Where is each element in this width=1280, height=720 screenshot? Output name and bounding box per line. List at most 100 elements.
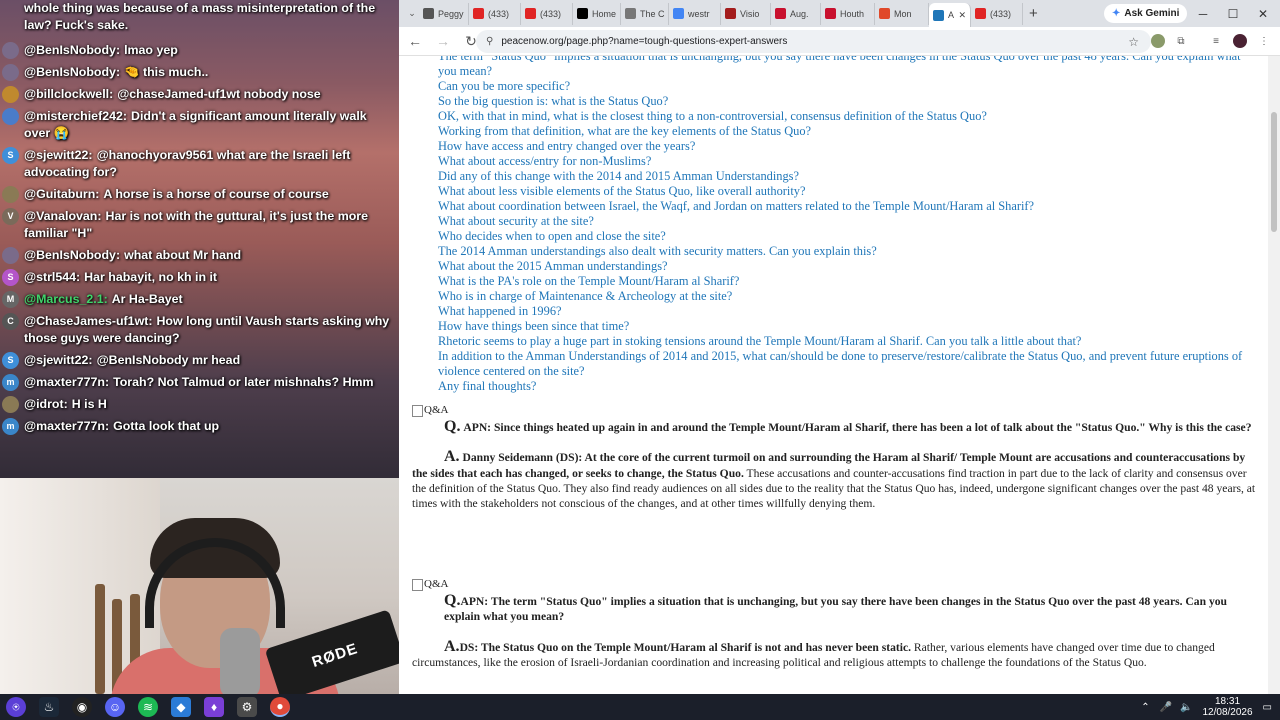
minimize-button[interactable]: ─ [1188,0,1218,27]
tab-favicon-icon [775,8,786,19]
tab-search-icon[interactable]: ⌄ [405,2,419,26]
chat-message-body: whole thing was because of a mass misint… [24,0,393,34]
question-link[interactable]: What happened in 1996? [438,304,1248,319]
chat-username: @Guitaburn: [24,187,100,201]
question-link[interactable]: What about access/entry for non-Muslims? [438,154,1248,169]
profile-avatar[interactable] [1233,34,1247,48]
chat-message: V @Vanalovan: Har is not with the guttural… [2,208,393,242]
browser-tab[interactable]: Visio [721,2,771,25]
ask-gemini-button[interactable]: ✦ Ask Gemini [1104,4,1188,23]
question-link[interactable]: What about less visible elements of the … [438,184,1248,199]
question-link[interactable]: What about security at the site? [438,214,1248,229]
chat-message: @BenIsNobody: what about Mr hand [2,247,393,264]
chat-message-body: @idrot: H is H [24,396,107,413]
url-text: peacenow.org/page.php?name=tough-questio… [501,36,788,47]
notification-icon[interactable]: ▭ [1263,702,1272,713]
question-link[interactable]: Working from that definition, what are t… [438,124,1248,139]
chat-username: @idrot: [24,397,68,411]
a-letter: A. [444,637,460,655]
scrollbar-thumb[interactable] [1271,112,1277,232]
question-link[interactable]: Any final thoughts? [438,379,1248,394]
avatar: S [2,269,19,286]
app-icon-launcher[interactable]: ⍟ [6,697,26,717]
question-link[interactable]: What about the 2015 Amman understandings… [438,259,1248,274]
avatar: V [2,208,19,225]
new-tab-button[interactable]: + [1029,5,1038,22]
answer-2: A.DS: The Status Quo on the Temple Mount… [412,637,1257,670]
tab-label: (433) [488,8,510,19]
question-link[interactable]: Who decides when to open and close the s… [438,229,1248,244]
question-link[interactable]: Rhetoric seems to play a huge part in st… [438,334,1248,349]
tab-favicon-icon [975,8,986,19]
question-1-text: APN: Since things heated up again in and… [463,421,1252,435]
browser-tab[interactable]: The C [621,2,669,25]
browser-tab[interactable]: A ✕ [929,3,971,27]
question-link[interactable]: How have access and entry changed over t… [438,139,1248,154]
chat-message-body: @ChaseJames-uf1wt: How long until Vaush s… [24,313,393,347]
forward-icon[interactable]: → [431,29,455,53]
volume-icon[interactable]: 🔈 [1180,702,1192,713]
chat-message-body: @maxter777n: Torah? Not Talmud or later m… [24,374,374,391]
browser-tab[interactable]: westr [669,2,721,25]
question-link[interactable]: The term "Status Quo" implies a situatio… [438,56,1248,79]
question-link[interactable]: OK, with that in mind, what is the close… [438,109,1248,124]
avatar: m [2,418,19,435]
avatar [2,396,19,413]
question-link[interactable]: The 2014 Amman understandings also dealt… [438,244,1248,259]
question-link[interactable]: How have things been since that time? [438,319,1248,334]
address-bar[interactable]: ⚲ peacenow.org/page.php?name=tough-quest… [476,30,1151,53]
clock-time: 18:31 [1215,696,1241,707]
qa-image-placeholder: Q&A [412,403,1257,418]
app-icon-gray[interactable]: ⚙ [237,697,257,717]
close-tab-icon[interactable]: ✕ [958,10,966,21]
page-scrollbar[interactable] [1268,56,1280,694]
avatar: m [2,374,19,391]
q-letter: Q. [444,418,461,436]
question-link[interactable]: So the big question is: what is the Stat… [438,94,1248,109]
question-link[interactable]: Can you be more specific? [438,79,1248,94]
browser-window: ⌄ Peggy (433) (433) Home The C westr Visio Aug.… [399,0,1280,694]
browser-tab[interactable]: (433) [521,2,573,25]
tab-favicon-icon [625,8,636,19]
bookmark-star-icon[interactable]: ☆ [1128,35,1139,49]
extension-icon[interactable] [1151,34,1165,48]
question-link[interactable]: What about coordination between Israel, … [438,199,1248,214]
answer-1: A. Danny Seidemann (DS): At the core of … [412,449,1257,511]
app-icon[interactable]: ◆ [171,697,191,717]
obs-icon[interactable]: ◉ [72,697,92,717]
question-link[interactable]: In addition to the Amman Understandings … [438,349,1248,379]
browser-tab[interactable]: (433) [469,2,521,25]
browser-tab[interactable]: Houth [821,2,875,25]
close-window-button[interactable]: ✕ [1248,0,1278,27]
discord-icon[interactable]: ☺ [105,697,125,717]
mic-tray-icon[interactable]: 🎤 [1160,702,1172,713]
chrome-icon[interactable]: ● [270,697,290,717]
site-info-icon[interactable]: ⚲ [486,36,493,47]
app-icon-purple[interactable]: ♦ [204,697,224,717]
tray-chevron-icon[interactable]: ⌃ [1141,702,1149,713]
chat-message: S @strl544: Har habayit, no kh in it [2,269,393,286]
clock[interactable]: 18:31 12/08/2026 [1202,696,1252,718]
browser-tab[interactable]: Mon [875,2,929,25]
browser-tab[interactable]: Home [573,2,621,25]
question-link[interactable]: Did any of this change with the 2014 and… [438,169,1248,184]
browser-tab[interactable]: Aug. [771,2,821,25]
chat-message: @Guitaburn: A horse is a horse of course … [2,186,393,203]
system-tray: ⌃ 🎤 🔈 18:31 12/08/2026 ▭ [1141,694,1272,720]
maximize-button[interactable]: ☐ [1218,0,1248,27]
steam-icon[interactable]: ♨ [39,697,59,717]
menu-icon[interactable]: ⋮ [1257,34,1271,48]
spotify-icon[interactable]: ≋ [138,697,158,717]
q-letter: Q. [444,592,461,610]
tab-label: (433) [990,8,1012,19]
chat-text: Har habayit, no kh in it [84,270,218,284]
browser-toolbar: ← → ↻ ⚲ peacenow.org/page.php?name=tough… [399,27,1280,56]
back-icon[interactable]: ← [403,29,427,53]
browser-tab[interactable]: (433) [971,2,1023,25]
browser-tab[interactable]: Peggy [419,2,469,25]
media-control-icon[interactable]: ≡ [1209,34,1223,48]
extensions-puzzle-icon[interactable]: ⧉ [1174,34,1188,48]
question-link[interactable]: Who is in charge of Maintenance & Archeo… [438,289,1248,304]
question-link-list: The term "Status Quo" implies a situatio… [438,56,1248,394]
question-link[interactable]: What is the PA's role on the Temple Moun… [438,274,1248,289]
